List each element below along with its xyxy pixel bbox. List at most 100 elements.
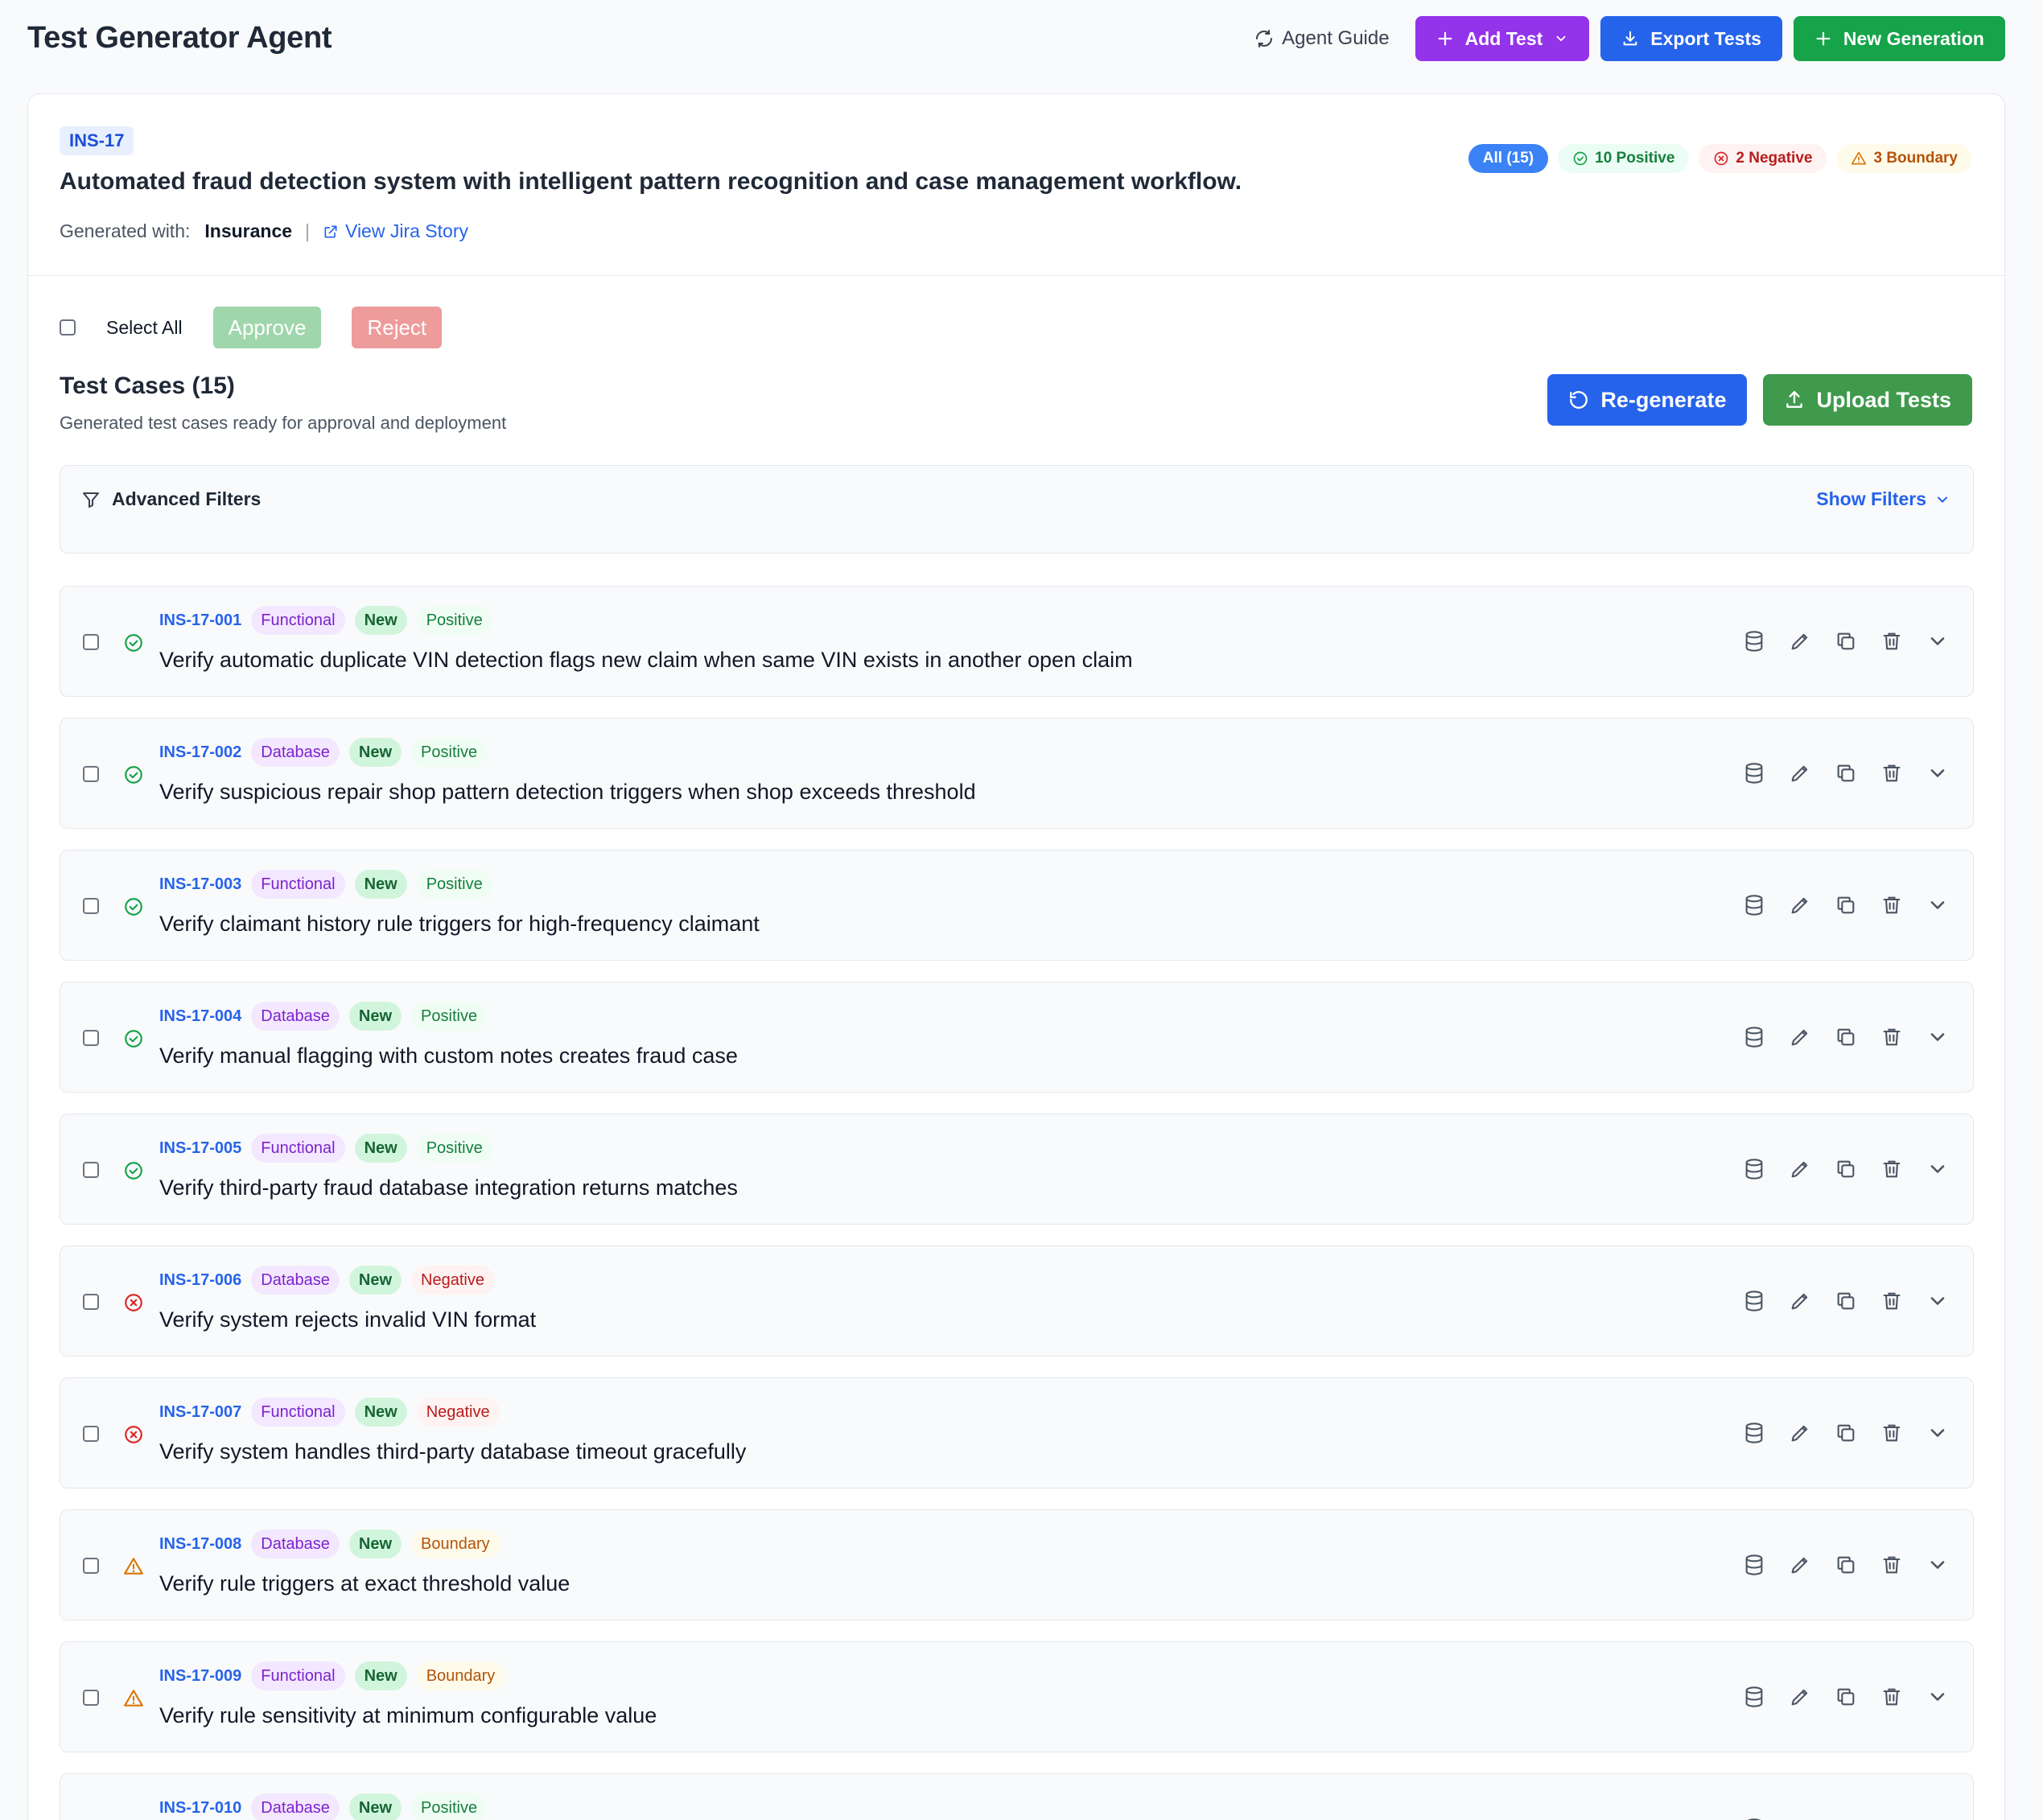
test-case-id[interactable]: INS-17-008	[159, 1535, 241, 1554]
database-action-database-icon[interactable]	[1743, 1026, 1765, 1048]
chevron-down-action-chevron-down-icon[interactable]	[1926, 1026, 1949, 1048]
copy-action-copy-icon[interactable]	[1835, 894, 1857, 916]
show-filters-toggle[interactable]: Show Filters	[1816, 488, 1950, 510]
test-status-tag: New	[348, 1530, 402, 1559]
test-case-row[interactable]: INS-17-001 Functional New Positive Verif…	[60, 586, 1974, 697]
new-generation-button[interactable]: New Generation	[1793, 16, 2005, 61]
edit-action-edit-icon[interactable]	[1789, 1686, 1811, 1708]
test-case-row[interactable]: INS-17-005 Functional New Positive Verif…	[60, 1114, 1974, 1225]
filter-positive-pill[interactable]: 10 Positive	[1558, 144, 1690, 173]
test-case-title: Verify suspicious repair shop pattern de…	[159, 780, 976, 804]
test-case-checkbox[interactable]	[83, 1426, 99, 1442]
test-case-row[interactable]: INS-17-006 Database New Negative Verify …	[60, 1246, 1974, 1357]
upload-tests-button[interactable]: Upload Tests	[1763, 374, 1972, 426]
database-action-database-icon[interactable]	[1743, 1290, 1765, 1312]
trash-action-trash-icon[interactable]	[1880, 1290, 1903, 1312]
trash-action-trash-icon[interactable]	[1880, 1422, 1903, 1444]
test-case-actions	[1743, 1026, 1949, 1048]
test-case-row[interactable]: INS-17-002 Database New Positive Verify …	[60, 718, 1974, 829]
test-case-id[interactable]: INS-17-001	[159, 611, 241, 630]
chevron-down-action-chevron-down-icon[interactable]	[1926, 1158, 1949, 1180]
test-case-row[interactable]: INS-17-008 Database New Boundary Verify …	[60, 1509, 1974, 1620]
chevron-down-action-chevron-down-icon[interactable]	[1926, 1686, 1949, 1708]
test-case-id[interactable]: INS-17-009	[159, 1667, 241, 1686]
edit-action-edit-icon[interactable]	[1789, 894, 1811, 916]
chevron-down-action-chevron-down-icon[interactable]	[1926, 894, 1949, 916]
test-case-id[interactable]: INS-17-007	[159, 1403, 241, 1422]
agent-guide-button[interactable]: Agent Guide	[1240, 16, 1403, 61]
test-case-row[interactable]: INS-17-004 Database New Positive Verify …	[60, 982, 1974, 1093]
edit-action-edit-icon[interactable]	[1789, 1290, 1811, 1312]
test-case-id[interactable]: INS-17-010	[159, 1799, 241, 1818]
test-case-row[interactable]: INS-17-009 Functional New Boundary Verif…	[60, 1641, 1974, 1752]
database-action-database-icon[interactable]	[1743, 630, 1765, 653]
chevron-down-action-chevron-down-icon[interactable]	[1926, 1422, 1949, 1444]
filter-negative-pill[interactable]: 2 Negative	[1699, 144, 1827, 173]
database-action-database-icon[interactable]	[1743, 1554, 1765, 1576]
chevron-down-action-chevron-down-icon[interactable]	[1926, 630, 1949, 653]
check-circle-icon	[123, 764, 144, 789]
test-case-checkbox[interactable]	[83, 766, 99, 782]
external-link-icon	[324, 225, 337, 237]
database-action-database-icon[interactable]	[1743, 1422, 1765, 1444]
edit-action-edit-icon[interactable]	[1789, 1554, 1811, 1576]
database-action-database-icon[interactable]	[1743, 1686, 1765, 1708]
test-case-checkbox[interactable]	[83, 1294, 99, 1310]
view-jira-story-link[interactable]: View Jira Story	[323, 220, 468, 242]
test-case-checkbox[interactable]	[83, 1162, 99, 1178]
test-polarity-tag: Positive	[416, 1134, 492, 1163]
copy-action-copy-icon[interactable]	[1835, 1422, 1857, 1444]
test-case-title: Verify automatic duplicate VIN detection…	[159, 648, 1133, 672]
database-action-database-icon[interactable]	[1743, 762, 1765, 784]
reject-button[interactable]: Reject	[352, 307, 443, 348]
copy-action-copy-icon[interactable]	[1835, 1686, 1857, 1708]
database-action-database-icon[interactable]	[1743, 1158, 1765, 1180]
select-all-checkbox[interactable]	[60, 319, 76, 336]
trash-action-trash-icon[interactable]	[1880, 1026, 1903, 1048]
test-case-checkbox[interactable]	[83, 898, 99, 914]
test-case-row[interactable]: INS-17-003 Functional New Positive Verif…	[60, 850, 1974, 961]
copy-action-copy-icon[interactable]	[1835, 1290, 1857, 1312]
test-case-checkbox[interactable]	[83, 634, 99, 650]
trash-action-trash-icon[interactable]	[1880, 894, 1903, 916]
edit-action-edit-icon[interactable]	[1789, 1422, 1811, 1444]
filter-all-pill[interactable]: All (15)	[1468, 144, 1549, 173]
test-case-row[interactable]: INS-17-007 Functional New Negative Verif…	[60, 1377, 1974, 1489]
test-case-id[interactable]: INS-17-003	[159, 875, 241, 894]
test-case-checkbox[interactable]	[83, 1690, 99, 1706]
copy-action-copy-icon[interactable]	[1835, 1554, 1857, 1576]
test-case-id[interactable]: INS-17-006	[159, 1271, 241, 1290]
test-case-id[interactable]: INS-17-005	[159, 1139, 241, 1158]
test-case-row[interactable]: INS-17-010 Database New Positive	[60, 1773, 1974, 1820]
regenerate-button[interactable]: Re-generate	[1547, 374, 1748, 426]
edit-action-edit-icon[interactable]	[1789, 1026, 1811, 1048]
chevron-down-action-chevron-down-icon[interactable]	[1926, 1554, 1949, 1576]
copy-action-copy-icon[interactable]	[1835, 630, 1857, 653]
top-bar: Test Generator Agent Agent Guide Add Tes…	[0, 0, 2043, 80]
edit-action-edit-icon[interactable]	[1789, 762, 1811, 784]
filter-boundary-pill[interactable]: 3 Boundary	[1836, 144, 1972, 173]
approve-button[interactable]: Approve	[212, 307, 322, 348]
chevron-down-action-chevron-down-icon[interactable]	[1926, 1290, 1949, 1312]
test-case-id[interactable]: INS-17-004	[159, 1007, 241, 1026]
copy-action-copy-icon[interactable]	[1835, 762, 1857, 784]
test-case-checkbox[interactable]	[83, 1030, 99, 1046]
edit-action-edit-icon[interactable]	[1789, 630, 1811, 653]
x-circle-icon	[123, 1292, 144, 1317]
add-test-button[interactable]: Add Test	[1415, 16, 1590, 61]
trash-action-trash-icon[interactable]	[1880, 1686, 1903, 1708]
plus-icon	[1438, 31, 1452, 46]
test-case-id[interactable]: INS-17-002	[159, 743, 241, 762]
copy-action-copy-icon[interactable]	[1835, 1158, 1857, 1180]
test-case-meta: INS-17-003 Functional New Positive	[159, 870, 492, 899]
database-action-database-icon[interactable]	[1743, 894, 1765, 916]
trash-action-trash-icon[interactable]	[1880, 630, 1903, 653]
test-case-checkbox[interactable]	[83, 1558, 99, 1574]
copy-action-copy-icon[interactable]	[1835, 1026, 1857, 1048]
edit-action-edit-icon[interactable]	[1789, 1158, 1811, 1180]
trash-action-trash-icon[interactable]	[1880, 1158, 1903, 1180]
chevron-down-action-chevron-down-icon[interactable]	[1926, 762, 1949, 784]
trash-action-trash-icon[interactable]	[1880, 762, 1903, 784]
export-tests-button[interactable]: Export Tests	[1600, 16, 1782, 61]
trash-action-trash-icon[interactable]	[1880, 1554, 1903, 1576]
